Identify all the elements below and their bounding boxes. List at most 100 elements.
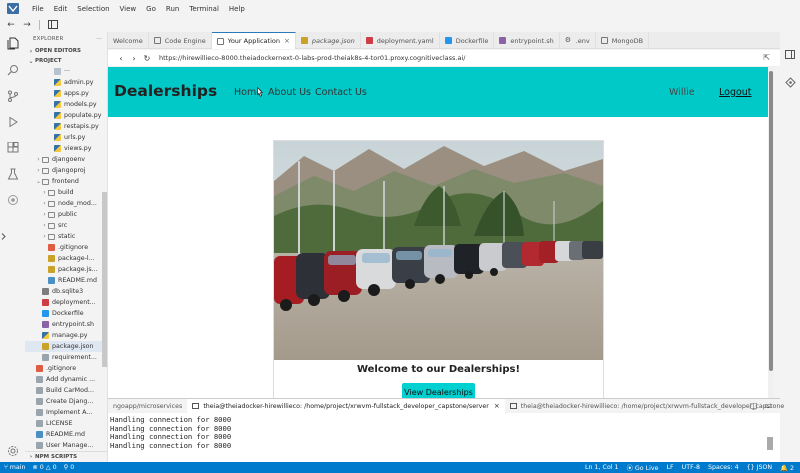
run-debug-icon[interactable] bbox=[5, 114, 20, 129]
folder-item[interactable]: › static bbox=[25, 231, 107, 242]
editor-tab[interactable]: Dockerfile bbox=[440, 32, 495, 49]
file-item[interactable]: db.sqlite3 bbox=[25, 286, 107, 297]
folder-item[interactable]: › djangoproj bbox=[25, 165, 107, 176]
copilot-icon[interactable] bbox=[784, 76, 796, 88]
testing-flask-icon[interactable] bbox=[5, 166, 20, 181]
sidebar-scrollbar[interactable] bbox=[102, 192, 107, 367]
encoding-status[interactable]: UTF-8 bbox=[682, 464, 700, 471]
file-item[interactable]: Dockerfile bbox=[25, 308, 107, 319]
file-item[interactable]: package.json bbox=[25, 341, 107, 352]
folder-item[interactable]: › build bbox=[25, 187, 107, 198]
editor-tab[interactable]: deployment.yaml bbox=[361, 32, 440, 49]
nav-logout-link[interactable]: Logout bbox=[719, 87, 752, 98]
menu-terminal[interactable]: Terminal bbox=[189, 5, 219, 13]
editor-tab[interactable]: ⚙ .env bbox=[560, 32, 596, 49]
browser-url-field[interactable]: https://hirewillieco-8000.theiadockernex… bbox=[159, 54, 465, 62]
editor-tab[interactable]: Your Application × bbox=[211, 32, 296, 49]
folder-item[interactable]: › node_mod... bbox=[25, 198, 107, 209]
extensions-icon[interactable] bbox=[5, 140, 20, 155]
cursor-position[interactable]: Ln 1, Col 1 bbox=[585, 464, 619, 471]
back-arrow-icon[interactable]: ← bbox=[4, 18, 18, 31]
file-item[interactable]: Add dynamic ... bbox=[25, 374, 107, 385]
menu-view[interactable]: View bbox=[120, 5, 137, 13]
menu-go[interactable]: Go bbox=[146, 5, 156, 13]
preview-scrollbar-thumb[interactable] bbox=[769, 71, 773, 371]
search-icon[interactable] bbox=[5, 62, 20, 77]
file-item[interactable]: package-l... bbox=[25, 253, 107, 264]
folder-item[interactable]: › public bbox=[25, 209, 107, 220]
menu-help[interactable]: Help bbox=[229, 5, 245, 13]
menu-run[interactable]: Run bbox=[166, 5, 179, 13]
browser-back-icon[interactable]: ‹ bbox=[116, 54, 126, 63]
ports-status[interactable]: ⚲ 0 bbox=[64, 464, 75, 471]
file-item[interactable]: apps.py bbox=[25, 88, 107, 99]
go-live-button[interactable]: ⦿ Go Live bbox=[627, 463, 659, 472]
terminal-scrollbar[interactable] bbox=[767, 437, 773, 450]
terminal-output[interactable]: Handling connection for 8000 Handling con… bbox=[108, 413, 780, 462]
menu-file[interactable]: File bbox=[32, 5, 44, 13]
file-item[interactable]: admin.py bbox=[25, 77, 107, 88]
terminal-tab[interactable]: ngoapp/microservices bbox=[108, 399, 187, 414]
menu-edit[interactable]: Edit bbox=[54, 5, 68, 13]
file-item[interactable]: .gitignore bbox=[25, 363, 107, 374]
file-item[interactable]: views.py bbox=[25, 143, 107, 154]
forward-arrow-icon[interactable]: → bbox=[20, 18, 34, 31]
file-item[interactable]: Create Djang... bbox=[25, 396, 107, 407]
split-editor-icon[interactable] bbox=[784, 48, 796, 60]
folder-item[interactable]: ⌄ frontend bbox=[25, 176, 107, 187]
file-item[interactable]: manage.py bbox=[25, 330, 107, 341]
npm-scripts-section[interactable]: › NPM SCRIPTS bbox=[25, 451, 107, 462]
file-item[interactable]: LICENSE bbox=[25, 418, 107, 429]
view-dealerships-button[interactable]: View Dealerships bbox=[402, 383, 475, 398]
editor-tab[interactable]: package.json bbox=[296, 32, 361, 49]
cloud-icon[interactable] bbox=[5, 192, 20, 207]
file-item[interactable]: package.js... bbox=[25, 264, 107, 275]
folder-item[interactable]: › djangoenv bbox=[25, 154, 107, 165]
open-editors-section[interactable]: › OPEN EDITORS bbox=[25, 46, 107, 56]
file-item[interactable]: Build CarMod... bbox=[25, 385, 107, 396]
close-icon[interactable]: × bbox=[284, 37, 290, 45]
editor-tab[interactable]: entrypoint.sh bbox=[494, 32, 560, 49]
file-item[interactable]: .gitignore bbox=[25, 242, 107, 253]
file-item[interactable]: README.md bbox=[25, 429, 107, 440]
preview-scrollbar[interactable] bbox=[768, 67, 774, 398]
branch-status[interactable]: ⑂ main bbox=[4, 464, 26, 471]
file-item[interactable]: restapis.py bbox=[25, 121, 107, 132]
settings-gear-icon[interactable] bbox=[5, 443, 20, 458]
terminal-tab-active[interactable]: theia@theiadocker-hirewillieco: /home/pr… bbox=[187, 398, 505, 414]
nav-about-link[interactable]: About Us bbox=[268, 87, 311, 98]
editor-tab[interactable]: MongoDB bbox=[596, 32, 650, 49]
file-item[interactable]: README.md bbox=[25, 275, 107, 286]
toggle-sidebar-icon[interactable] bbox=[46, 18, 60, 31]
file-item[interactable]: ··· bbox=[25, 66, 107, 77]
notifications-status[interactable]: 🔔 2 bbox=[780, 464, 794, 472]
maximize-panel-icon[interactable]: ▭ bbox=[764, 401, 772, 410]
project-section[interactable]: ⌄ PROJECT bbox=[25, 56, 107, 66]
split-terminal-icon[interactable]: ◫ bbox=[750, 401, 758, 410]
file-item[interactable]: requirement... bbox=[25, 352, 107, 363]
open-external-icon[interactable]: ⇱ bbox=[763, 53, 770, 62]
language-status[interactable]: {} JSON bbox=[747, 464, 773, 471]
file-item[interactable]: populate.py bbox=[25, 110, 107, 121]
browser-reload-icon[interactable]: ↻ bbox=[142, 54, 152, 63]
eol-status[interactable]: LF bbox=[666, 464, 673, 471]
file-item[interactable]: Implement A... bbox=[25, 407, 107, 418]
nav-contact-link[interactable]: Contact Us bbox=[315, 87, 367, 98]
browser-forward-icon[interactable]: › bbox=[129, 54, 139, 63]
indentation-status[interactable]: Spaces: 4 bbox=[708, 464, 739, 471]
close-icon[interactable]: × bbox=[494, 402, 500, 410]
explorer-more-icon[interactable]: ··· bbox=[96, 36, 102, 42]
menu-selection[interactable]: Selection bbox=[77, 5, 109, 13]
source-control-icon[interactable] bbox=[5, 88, 20, 103]
collapse-handle-icon[interactable] bbox=[0, 229, 6, 244]
file-item[interactable]: User Manage... bbox=[25, 440, 107, 451]
files-icon[interactable] bbox=[5, 36, 20, 51]
site-brand[interactable]: Dealerships bbox=[114, 82, 217, 100]
file-item[interactable]: deployment... bbox=[25, 297, 107, 308]
folder-item[interactable]: › src bbox=[25, 220, 107, 231]
terminal-tab[interactable]: theia@theiadocker-hirewillieco: /home/pr… bbox=[505, 399, 789, 414]
editor-tab[interactable]: Welcome bbox=[108, 32, 149, 49]
file-item[interactable]: models.py bbox=[25, 99, 107, 110]
file-item[interactable]: urls.py bbox=[25, 132, 107, 143]
problems-status[interactable]: ⊗ 0 △ 0 bbox=[33, 464, 57, 471]
